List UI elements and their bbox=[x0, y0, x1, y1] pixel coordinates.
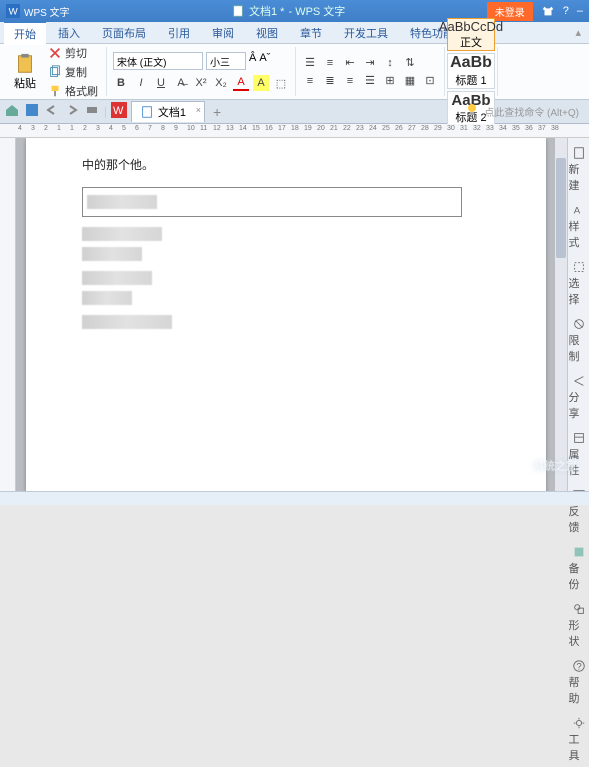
highlight-button[interactable]: A bbox=[253, 75, 269, 91]
redo-icon[interactable] bbox=[64, 102, 80, 121]
tab-dev[interactable]: 开发工具 bbox=[334, 22, 398, 44]
shading-icon[interactable]: ▦ bbox=[402, 73, 418, 89]
vertical-ruler[interactable] bbox=[0, 138, 16, 491]
doc-tab-icon bbox=[140, 105, 154, 119]
doc-line: 中的那个他。 bbox=[82, 156, 490, 173]
sidebar-backup[interactable]: 备份 bbox=[569, 541, 589, 596]
tab-layout[interactable]: 页面布局 bbox=[92, 22, 156, 44]
grow-font-icon[interactable]: Â bbox=[249, 52, 256, 70]
sidebar-shape[interactable]: 形状 bbox=[569, 598, 589, 653]
wps-icon[interactable]: W bbox=[111, 102, 127, 121]
svg-text:W: W bbox=[113, 105, 124, 117]
ribbon: 粘贴 剪切 复制 格式刷 宋体 (正文) 小三 Â Aˇ B I U A̶ X… bbox=[0, 44, 589, 100]
svg-text:A: A bbox=[573, 206, 580, 217]
document-tab[interactable]: 文档1 × bbox=[131, 101, 205, 122]
doc-tab-bar: | W 文档1 × + 点此查找命令 (Alt+Q) bbox=[0, 100, 589, 124]
sidebar-help[interactable]: ?帮助 bbox=[569, 655, 589, 710]
workspace: 中的那个他。 bbox=[0, 138, 567, 491]
tab-insert[interactable]: 插入 bbox=[48, 22, 90, 44]
tab-view[interactable]: 视图 bbox=[246, 22, 288, 44]
shrink-font-icon[interactable]: Aˇ bbox=[259, 52, 270, 70]
super-button[interactable]: X² bbox=[193, 75, 209, 91]
clipboard-group: 粘贴 剪切 复制 格式刷 bbox=[4, 47, 107, 96]
numbering-icon[interactable]: ≡ bbox=[322, 55, 338, 71]
format-painter-button[interactable]: 格式刷 bbox=[46, 82, 100, 100]
linespace-icon[interactable]: ↕ bbox=[382, 55, 398, 71]
home-icon[interactable] bbox=[4, 102, 20, 121]
right-sidebar: 新建A样式选择限制分享属性反馈备份形状?帮助工具 bbox=[567, 138, 589, 491]
tab-start[interactable]: 开始 bbox=[4, 21, 46, 45]
bold-button[interactable]: B bbox=[113, 75, 129, 91]
help-icon[interactable]: ? bbox=[563, 5, 569, 17]
align-center-icon[interactable]: ≣ bbox=[322, 73, 338, 89]
sidebar-select[interactable]: 选择 bbox=[569, 256, 589, 311]
doc-title: 文档1 * bbox=[249, 3, 284, 19]
scrollbar-thumb[interactable] bbox=[556, 158, 566, 258]
sidebar-limit[interactable]: 限制 bbox=[569, 313, 589, 368]
paste-button[interactable]: 粘贴 bbox=[10, 51, 40, 93]
cut-button[interactable]: 剪切 bbox=[46, 44, 100, 62]
sidebar-share[interactable]: 分享 bbox=[569, 370, 589, 425]
svg-text:W: W bbox=[9, 7, 19, 18]
undo-icon[interactable] bbox=[44, 102, 60, 121]
sort-icon[interactable]: ⇅ bbox=[402, 55, 418, 71]
sidebar-new[interactable]: 新建 bbox=[569, 142, 589, 197]
print-icon[interactable] bbox=[84, 102, 100, 121]
underline-button[interactable]: U bbox=[153, 75, 169, 91]
indent-dec-icon[interactable]: ⇤ bbox=[342, 55, 358, 71]
paragraph-group: ☰ ≡ ⇤ ⇥ ↕ ⇅ ≡ ≣ ≡ ☰ ⊞ ▦ ⊡ bbox=[296, 47, 445, 96]
copy-button[interactable]: 复制 bbox=[46, 63, 100, 81]
italic-button[interactable]: I bbox=[133, 75, 149, 91]
close-tab-icon[interactable]: × bbox=[196, 105, 201, 115]
min-icon[interactable]: – bbox=[577, 5, 583, 17]
indent-inc-icon[interactable]: ⇥ bbox=[362, 55, 378, 71]
skin-icon[interactable] bbox=[541, 4, 555, 18]
svg-text:?: ? bbox=[576, 662, 581, 673]
align-left-icon[interactable]: ≡ bbox=[302, 73, 318, 89]
font-color-button[interactable]: A bbox=[233, 75, 249, 91]
align-justify-icon[interactable]: ☰ bbox=[362, 73, 378, 89]
font-group: 宋体 (正文) 小三 Â Aˇ B I U A̶ X² X₂ A A ⬚ bbox=[107, 47, 296, 96]
sidebar-tool[interactable]: 工具 bbox=[569, 712, 589, 767]
align-right-icon[interactable]: ≡ bbox=[342, 73, 358, 89]
style-h1[interactable]: AaBb 标题 1 bbox=[447, 53, 495, 89]
borders-icon[interactable]: ⊡ bbox=[422, 73, 438, 89]
search-hint[interactable]: 点此查找命令 (Alt+Q) bbox=[484, 104, 579, 119]
collapse-ribbon-icon[interactable]: ▴ bbox=[575, 26, 581, 39]
title-center: 文档1 * - WPS 文字 bbox=[90, 3, 487, 19]
doc-icon bbox=[231, 4, 245, 18]
new-tab-icon[interactable]: + bbox=[213, 104, 221, 120]
distribute-icon[interactable]: ⊞ bbox=[382, 73, 398, 89]
text-box[interactable] bbox=[82, 187, 462, 217]
tab-reference[interactable]: 引用 bbox=[158, 22, 200, 44]
doc-suffix: - WPS 文字 bbox=[288, 3, 345, 19]
style-normal[interactable]: AaBbCcDd 正文 bbox=[447, 18, 495, 51]
app-name: WPS 文字 bbox=[24, 4, 70, 19]
paste-label: 粘贴 bbox=[14, 75, 36, 91]
app-icon: W bbox=[6, 4, 20, 18]
char-border-button[interactable]: ⬚ bbox=[273, 75, 289, 91]
status-bar bbox=[0, 491, 589, 505]
vertical-scrollbar[interactable] bbox=[555, 138, 567, 491]
styles-group: AaBbCcDd 正文 AaBb 标题 1 AaBb 标题 2 bbox=[445, 47, 498, 96]
document-page[interactable]: 中的那个他。 bbox=[26, 138, 546, 491]
tab-section[interactable]: 章节 bbox=[290, 22, 332, 44]
strike-button[interactable]: A̶ bbox=[173, 75, 189, 91]
bullets-icon[interactable]: ☰ bbox=[302, 55, 318, 71]
doc-tab-label: 文档1 bbox=[158, 104, 186, 120]
font-name-select[interactable]: 宋体 (正文) bbox=[113, 52, 203, 70]
save-icon[interactable] bbox=[24, 102, 40, 121]
font-size-select[interactable]: 小三 bbox=[206, 52, 246, 70]
tab-review[interactable]: 审阅 bbox=[202, 22, 244, 44]
lightbulb-icon bbox=[464, 102, 480, 121]
sidebar-style[interactable]: A样式 bbox=[569, 199, 589, 254]
watermark: 系统之家 bbox=[499, 453, 577, 479]
horizontal-ruler[interactable]: 4321123456789101112131415161718192021222… bbox=[0, 124, 589, 138]
sub-button[interactable]: X₂ bbox=[213, 75, 229, 91]
